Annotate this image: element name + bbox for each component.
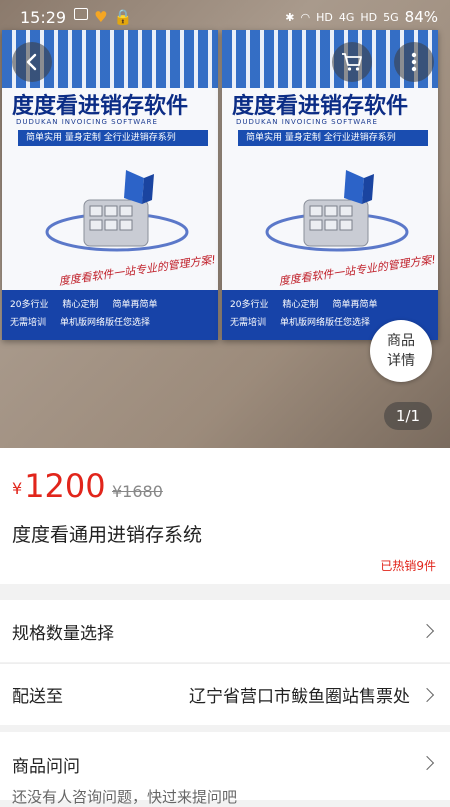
qa-hint: 还没有人咨询问题，快过来提问吧 (12, 788, 238, 806)
gallery-icon (74, 8, 89, 20)
product-title: 度度看通用进销存系统 (12, 524, 203, 546)
more-vertical-icon (411, 52, 417, 72)
image-pager: 1/1 (384, 402, 432, 430)
product-image[interactable]: 15:29 ♥ 🔒 ✱ ◠ HD 4G HD 5G 84% 度度看进销存软件 D… (0, 0, 450, 448)
price: ¥ 1200 (12, 468, 106, 504)
currency-symbol: ¥ (12, 479, 23, 498)
chevron-right-icon (419, 623, 435, 639)
battery-level: 84% (404, 8, 438, 26)
box-subtitle: DUDUKAN INVOICING SOFTWARE (16, 118, 158, 126)
box-slogan: 简单实用 量身定制 全行业进销存系列 (18, 130, 208, 146)
keyboard-globe-graphic (45, 170, 189, 252)
more-button[interactable] (394, 42, 434, 82)
bluetooth-icon: ✱ (285, 10, 295, 24)
product-info: ¥ 1200 ¥1680 度度看通用进销存系统 已热销9件 (0, 448, 450, 584)
status-time: 15:29 (20, 7, 67, 27)
keyboard-globe-graphic (265, 170, 409, 252)
status-bar: 15:29 ♥ 🔒 ✱ ◠ HD 4G HD 5G 84% (0, 0, 450, 34)
qa-label: 商品问问 (12, 757, 80, 777)
shipping-row[interactable]: 配送至 辽宁省营口市鲅鱼圈站售票处 (0, 663, 450, 725)
lock-icon: 🔒 (113, 8, 133, 26)
chevron-right-icon (419, 687, 435, 702)
chevron-left-icon (26, 53, 37, 71)
cart-icon (342, 53, 362, 71)
sold-count: 已热销9件 (380, 559, 436, 573)
original-price: ¥1680 (112, 482, 163, 501)
box-title: 度度看进销存软件 (232, 93, 409, 119)
cart-button[interactable] (332, 42, 372, 82)
wifi-icon: ◠ (300, 10, 311, 24)
product-detail-button[interactable]: 商品 详情 (370, 320, 432, 382)
box-features: 20多行业 精心定制 简单再简单 无需培训 单机版网络版任您选择 (2, 290, 218, 340)
spec-quantity-row[interactable]: 规格数量选择 (0, 600, 450, 662)
spec-label: 规格数量选择 (12, 623, 114, 644)
price-value: 1200 (24, 467, 106, 505)
network-5g: 5G (383, 10, 399, 24)
back-button[interactable] (12, 42, 52, 82)
box-slogan: 简单实用 量身定制 全行业进销存系列 (238, 130, 428, 146)
ship-label: 配送至 (12, 687, 63, 707)
network-4g: 4G (338, 10, 355, 24)
box-subtitle: DUDUKAN INVOICING SOFTWARE (236, 118, 378, 126)
ship-address: 辽宁省营口市鲅鱼圈站售票处 (189, 687, 410, 707)
chevron-right-icon (419, 755, 435, 771)
heart-icon: ♥ (94, 8, 108, 26)
network-hd-1: HD (316, 10, 333, 24)
network-hd-2: HD (360, 10, 378, 24)
box-title: 度度看进销存软件 (12, 93, 189, 119)
